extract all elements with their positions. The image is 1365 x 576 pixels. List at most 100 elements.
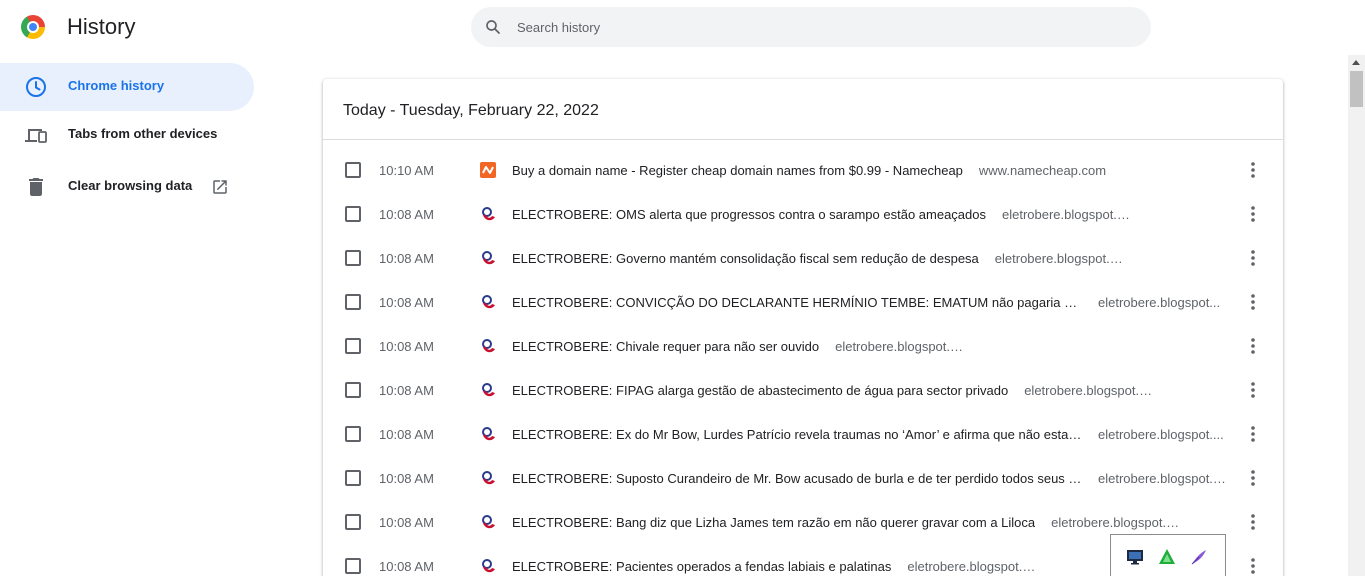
open-in-new-icon [213, 180, 227, 194]
entry-link[interactable]: ELECTROBERE: OMS alerta que progressos c… [512, 207, 1232, 222]
select-checkbox[interactable] [345, 426, 361, 442]
select-checkbox[interactable] [345, 250, 361, 266]
sidebar-item-chrome-history[interactable]: Chrome history [0, 63, 254, 111]
blogspot-icon [482, 559, 495, 573]
green-triangle-icon[interactable] [1158, 548, 1176, 566]
more-actions-icon[interactable] [1243, 424, 1263, 444]
more-actions-icon[interactable] [1243, 512, 1263, 532]
more-actions-icon[interactable] [1243, 160, 1263, 180]
history-list: 10:10 AM Buy a domain name - Register che… [323, 148, 1283, 576]
visit-time: 10:08 AM [379, 339, 434, 354]
sidebar-item-label: Tabs from other devices [68, 126, 218, 141]
visit-time: 10:10 AM [379, 163, 434, 178]
divider [323, 139, 1283, 140]
search-input[interactable] [517, 7, 1117, 47]
blogspot-icon [482, 383, 495, 397]
trash-icon [29, 178, 43, 196]
feather-icon[interactable] [1190, 548, 1208, 566]
entry-title[interactable]: ELECTROBERE: FIPAG alarga gestão de abas… [512, 383, 1008, 398]
entry-title[interactable]: ELECTROBERE: Governo mantém consolidação… [512, 251, 979, 266]
history-entry-row[interactable]: 10:08 AM ELECTROBERE: Ex do Mr Bow, Lurde… [323, 412, 1283, 456]
entry-title[interactable]: ELECTROBERE: Suposto Curandeiro de Mr. B… [512, 471, 1082, 486]
visit-time: 10:08 AM [379, 515, 434, 530]
entry-link[interactable]: ELECTROBERE: Ex do Mr Bow, Lurdes Patríc… [512, 427, 1232, 442]
entry-link[interactable]: ELECTROBERE: Suposto Curandeiro de Mr. B… [512, 471, 1232, 486]
select-checkbox[interactable] [345, 206, 361, 222]
entry-domain[interactable]: eletrobere.blogspot.com [1002, 207, 1132, 222]
namecheap-icon [480, 162, 496, 178]
entry-link[interactable]: Buy a domain name - Register cheap domai… [512, 163, 1232, 178]
visit-time: 10:08 AM [379, 207, 434, 222]
scrollbar-thumb[interactable] [1350, 71, 1363, 107]
entry-title[interactable]: ELECTROBERE: Ex do Mr Bow, Lurdes Patríc… [512, 427, 1082, 442]
history-entry-row[interactable]: 10:08 AM ELECTROBERE: Governo mantém cons… [323, 236, 1283, 280]
sidebar-item-label: Chrome history [68, 78, 165, 93]
page-title: History [67, 14, 136, 39]
entry-domain[interactable]: eletrobere.blogspot.com [1024, 383, 1154, 398]
entry-title[interactable]: ELECTROBERE: Bang diz que Lizha James te… [512, 515, 1035, 530]
visit-time: 10:08 AM [379, 383, 434, 398]
select-checkbox[interactable] [345, 514, 361, 530]
scroll-up-arrow-icon[interactable] [1352, 60, 1360, 65]
date-section-title: Today - Tuesday, February 22, 2022 [343, 102, 599, 119]
select-checkbox[interactable] [345, 558, 361, 574]
chrome-logo-icon [21, 15, 45, 39]
select-checkbox[interactable] [345, 470, 361, 486]
monitor-icon[interactable] [1126, 548, 1144, 566]
scrollbar[interactable] [1348, 55, 1365, 576]
visit-time: 10:08 AM [379, 295, 434, 310]
entry-title[interactable]: Buy a domain name - Register cheap domai… [512, 163, 963, 178]
select-checkbox[interactable] [345, 382, 361, 398]
select-checkbox[interactable] [345, 294, 361, 310]
sidebar-item-tabs-from-other-devices[interactable]: Tabs from other devices [0, 111, 254, 159]
select-checkbox[interactable] [345, 162, 361, 178]
entry-title[interactable]: ELECTROBERE: Chivale requer para não ser… [512, 339, 819, 354]
entry-title[interactable]: ELECTROBERE: CONVICÇÃO DO DECLARANTE HER… [512, 295, 1082, 310]
history-page: History Chrome history Tabs from other d… [0, 0, 1365, 576]
history-card: Today - Tuesday, February 22, 2022 10:10… [323, 79, 1283, 576]
history-entry-row[interactable]: 10:08 AM ELECTROBERE: Suposto Curandeiro … [323, 456, 1283, 500]
sidebar-item-label: Clear browsing data [68, 178, 193, 193]
visit-time: 10:08 AM [379, 559, 434, 574]
sidebar-item-clear-browsing-data[interactable]: Clear browsing data [0, 163, 254, 211]
more-actions-icon[interactable] [1243, 336, 1263, 356]
visit-time: 10:08 AM [379, 427, 434, 442]
history-entry-row[interactable]: 10:08 AM ELECTROBERE: Chivale requer para… [323, 324, 1283, 368]
history-entry-row[interactable]: 10:08 AM ELECTROBERE: FIPAG alarga gestão… [323, 368, 1283, 412]
history-entry-row[interactable]: 10:08 AM ELECTROBERE: OMS alerta que prog… [323, 192, 1283, 236]
more-actions-icon[interactable] [1243, 556, 1263, 576]
more-actions-icon[interactable] [1243, 380, 1263, 400]
more-actions-icon[interactable] [1243, 248, 1263, 268]
entry-title[interactable]: ELECTROBERE: Pacientes operados a fendas… [512, 559, 891, 574]
blogspot-icon [482, 339, 495, 353]
blogspot-icon [482, 427, 495, 441]
entry-domain[interactable]: eletrobere.blogspot.c... [1098, 471, 1228, 486]
entry-domain[interactable]: eletrobere.blogspot.com [995, 251, 1125, 266]
more-actions-icon[interactable] [1243, 204, 1263, 224]
entry-domain[interactable]: eletrobere.blogspot.com [907, 559, 1037, 574]
entry-domain[interactable]: eletrobere.blogspot... [1098, 295, 1220, 310]
select-checkbox[interactable] [345, 338, 361, 354]
search-icon[interactable] [484, 18, 502, 36]
entry-link[interactable]: ELECTROBERE: CONVICÇÃO DO DECLARANTE HER… [512, 295, 1232, 310]
clock-icon [26, 77, 46, 97]
entry-domain[interactable]: www.namecheap.com [979, 163, 1106, 178]
visit-time: 10:08 AM [379, 251, 434, 266]
visit-time: 10:08 AM [379, 471, 434, 486]
entry-domain[interactable]: eletrobere.blogspot.com [835, 339, 965, 354]
entry-link[interactable]: ELECTROBERE: FIPAG alarga gestão de abas… [512, 383, 1232, 398]
entry-domain[interactable]: eletrobere.blogspot.... [1098, 427, 1224, 442]
entry-link[interactable]: ELECTROBERE: Chivale requer para não ser… [512, 339, 1232, 354]
search-box[interactable] [471, 7, 1151, 47]
entry-title[interactable]: ELECTROBERE: OMS alerta que progressos c… [512, 207, 986, 222]
entry-link[interactable]: ELECTROBERE: Bang diz que Lizha James te… [512, 515, 1232, 530]
more-actions-icon[interactable] [1243, 292, 1263, 312]
floating-tray [1110, 534, 1226, 576]
history-entry-row[interactable]: 10:10 AM Buy a domain name - Register che… [323, 148, 1283, 192]
history-entry-row[interactable]: 10:08 AM ELECTROBERE: CONVICÇÃO DO DECLAR… [323, 280, 1283, 324]
more-actions-icon[interactable] [1243, 468, 1263, 488]
blogspot-icon [482, 251, 495, 265]
entry-link[interactable]: ELECTROBERE: Governo mantém consolidação… [512, 251, 1232, 266]
entry-domain[interactable]: eletrobere.blogspot.com [1051, 515, 1181, 530]
blogspot-icon [482, 515, 495, 529]
